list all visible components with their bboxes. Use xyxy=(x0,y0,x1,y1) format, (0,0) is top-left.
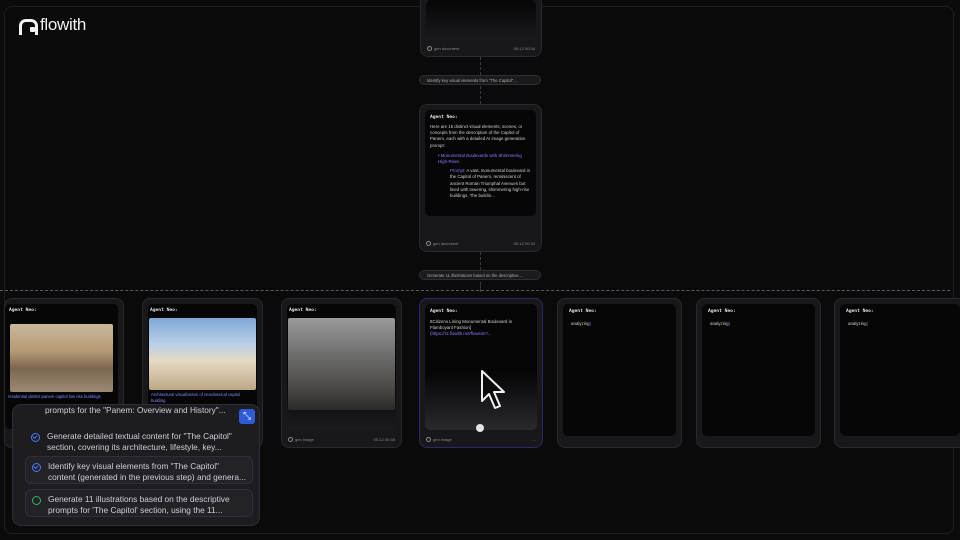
monumental-building-image xyxy=(288,318,395,410)
prompt-label: Prompt: xyxy=(450,168,466,174)
task-done-icon xyxy=(32,463,41,472)
card-type: gen document xyxy=(434,45,460,51)
status-text: analyzing| xyxy=(571,321,591,326)
pill-label: Identify key visual elements from "The C… xyxy=(427,77,517,83)
card-type: gen document xyxy=(433,240,459,246)
image-caption: residential district panem capitol low r… xyxy=(8,394,101,399)
card-content: Agent Neo: analyzing| xyxy=(702,304,815,436)
flowith-logo-icon xyxy=(18,16,38,35)
residential-street-image xyxy=(10,324,113,392)
image-icon xyxy=(288,436,293,442)
card-timestamp: 05-12 00:34 xyxy=(513,240,535,246)
capitol-building-image xyxy=(149,318,256,390)
app-name: flowith xyxy=(40,15,87,34)
analyzing-label: analyzing xyxy=(710,321,729,326)
agent-label: Agent Neo: xyxy=(289,308,317,313)
card-timestamp: 05-12 00:34 xyxy=(513,45,535,51)
analyzing-label: analyzing xyxy=(848,321,867,326)
agent-label: Agent Neo: xyxy=(150,308,178,313)
image-caption: Architectural visualization of neoclassi… xyxy=(151,392,241,403)
agent-label: Agent Neo: xyxy=(430,309,458,314)
agent-label: Agent Neo: xyxy=(708,309,736,314)
card-timestamp: 05-12 00:35 xyxy=(373,436,395,442)
status-text: analyzing| xyxy=(710,321,730,326)
doc-icon xyxy=(426,240,431,246)
agent-response-card[interactable]: Agent Neo: Here are 15 distinct visual e… xyxy=(419,104,542,252)
response-bullet: • Monumental Boulevards with Shimmering … xyxy=(438,152,522,165)
task-item[interactable]: Generate 11 illustrations based on the d… xyxy=(25,489,253,517)
collapse-icon[interactable]: ⤡ xyxy=(239,409,255,424)
task-text: Generate 11 illustrations based on the d… xyxy=(48,494,230,516)
task-text: Identify key visual elements from "The C… xyxy=(48,461,246,483)
image-icon xyxy=(426,436,431,442)
response-intro: Here are 15 distinct visual elements, sc… xyxy=(430,124,526,148)
task-done-icon xyxy=(31,433,40,442)
app-logo[interactable]: flowith xyxy=(18,15,86,35)
doc-icon xyxy=(427,45,432,51)
branch-line xyxy=(0,290,950,291)
card-footer: gen document 05-12 00:34 xyxy=(427,43,535,53)
card-footer: gen image ... xyxy=(426,434,536,444)
task-partial-text: prompts for the "Panem: Overview and His… xyxy=(45,405,226,415)
bullet-text: Monumental Boulevards with Shimmering Hi… xyxy=(438,152,522,165)
card-content: Agent Neo: 8Citizens Lining Monumental B… xyxy=(425,304,537,430)
image-node-card[interactable]: Agent Neo: gen image 05-12 00:35 xyxy=(281,298,402,448)
connector-line xyxy=(480,252,481,270)
card-content xyxy=(426,0,536,40)
analyzing-node-card[interactable]: Agent Neo: analyzing| xyxy=(557,298,682,448)
card-content: Agent Neo: xyxy=(287,304,396,430)
analyzing-node-card[interactable]: Agent Neo: analyzing| xyxy=(696,298,821,448)
card-footer: gen image 05-12 00:35 xyxy=(288,434,395,444)
pill-label: Generate 11 illustrations based on the d… xyxy=(427,272,523,278)
card-footer: gen document 05-12 00:34 xyxy=(426,238,535,248)
card-content: Agent Neo: analyzing| xyxy=(840,304,960,436)
image-title: 8Citizens Lining Monumental Boulevard in… xyxy=(430,319,513,331)
connector-line xyxy=(480,57,481,75)
task-in-progress-icon xyxy=(32,496,41,505)
status-text: analyzing| xyxy=(848,321,868,326)
card-type: gen image xyxy=(433,436,452,442)
image-link[interactable]: (https://r2.flowith.net/flowsim?... xyxy=(430,331,532,337)
card-content: Agent Neo: analyzing| xyxy=(563,304,676,436)
agent-label: Agent Neo: xyxy=(846,309,874,314)
agent-label: Agent Neo: xyxy=(430,115,458,120)
task-item[interactable]: Identify key visual elements from "The C… xyxy=(25,456,253,484)
task-item[interactable]: Generate detailed textual content for "T… xyxy=(25,427,253,455)
response-prompt: Prompt: A vast, monumental boulevard in … xyxy=(430,168,531,199)
card-type: gen image xyxy=(295,436,314,442)
card-content: Agent Neo: Here are 15 distinct visual e… xyxy=(425,110,536,216)
task-text: Generate detailed textual content for "T… xyxy=(47,431,232,453)
agent-label: Agent Neo: xyxy=(569,309,597,314)
agent-label: Agent Neo: xyxy=(9,308,37,313)
top-node-card[interactable]: gen document 05-12 00:34 xyxy=(420,0,542,57)
step-pill-generate[interactable]: Generate 11 illustrations based on the d… xyxy=(419,270,541,280)
step-pill-identify[interactable]: Identify key visual elements from "The C… xyxy=(419,75,541,85)
card-timestamp: ... xyxy=(532,436,536,442)
analyzing-node-card[interactable]: Agent Neo: analyzing| xyxy=(834,298,960,448)
analyzing-label: analyzing xyxy=(571,321,590,326)
mouse-cursor-icon xyxy=(481,370,505,409)
connector-line xyxy=(480,86,481,104)
task-list-panel[interactable]: prompts for the "Panem: Overview and His… xyxy=(12,404,260,526)
loading-dot xyxy=(476,424,484,432)
